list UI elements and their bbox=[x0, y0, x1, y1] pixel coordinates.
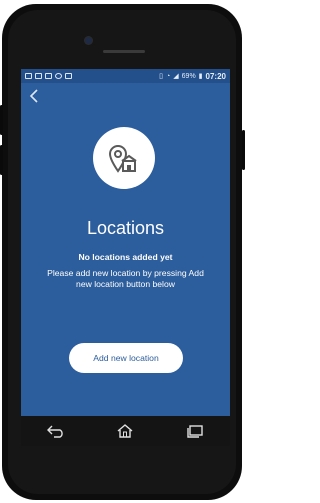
back-arrow-icon[interactable] bbox=[29, 89, 39, 108]
battery-percent: 69% bbox=[181, 72, 196, 80]
recent-apps-icon[interactable] bbox=[184, 422, 206, 440]
empty-state-title: No locations added yet bbox=[78, 252, 173, 262]
signal-icon: ◢ bbox=[173, 73, 179, 80]
front-camera bbox=[85, 37, 92, 44]
status-bar: ▯ ◔ ◢ 69% ▮ 07:20 bbox=[21, 69, 230, 83]
phone-side-button bbox=[242, 130, 245, 170]
location-icon-container bbox=[93, 127, 155, 189]
mail-icon bbox=[25, 73, 32, 79]
location-pin-icon bbox=[108, 145, 137, 173]
app-screen: ▯ ◔ ◢ 69% ▮ 07:20 Locations No locations… bbox=[21, 69, 230, 445]
phone-side-button bbox=[0, 145, 3, 175]
home-icon bbox=[65, 73, 72, 79]
earpiece-speaker bbox=[103, 50, 145, 53]
notification-icons bbox=[25, 73, 72, 79]
home-nav-icon[interactable] bbox=[114, 422, 136, 440]
back-nav-icon[interactable] bbox=[45, 422, 67, 440]
clock: 07:20 bbox=[205, 71, 226, 81]
vibrate-icon: ▯ bbox=[159, 73, 164, 80]
system-nav-bar bbox=[21, 416, 230, 446]
image-icon bbox=[45, 73, 52, 79]
empty-state-message: Please add new location by pressing Add … bbox=[47, 268, 204, 289]
settings-icon bbox=[55, 73, 62, 79]
system-icons: ▯ ◔ ◢ 69% ▮ 07:20 bbox=[159, 72, 226, 81]
wifi-icon: ◔ bbox=[166, 72, 171, 80]
mail-icon bbox=[35, 73, 42, 79]
page-title: Locations bbox=[86, 218, 165, 238]
battery-icon: ▮ bbox=[198, 73, 203, 80]
phone-side-button bbox=[0, 105, 3, 135]
add-location-button[interactable]: Add new location bbox=[69, 343, 183, 373]
